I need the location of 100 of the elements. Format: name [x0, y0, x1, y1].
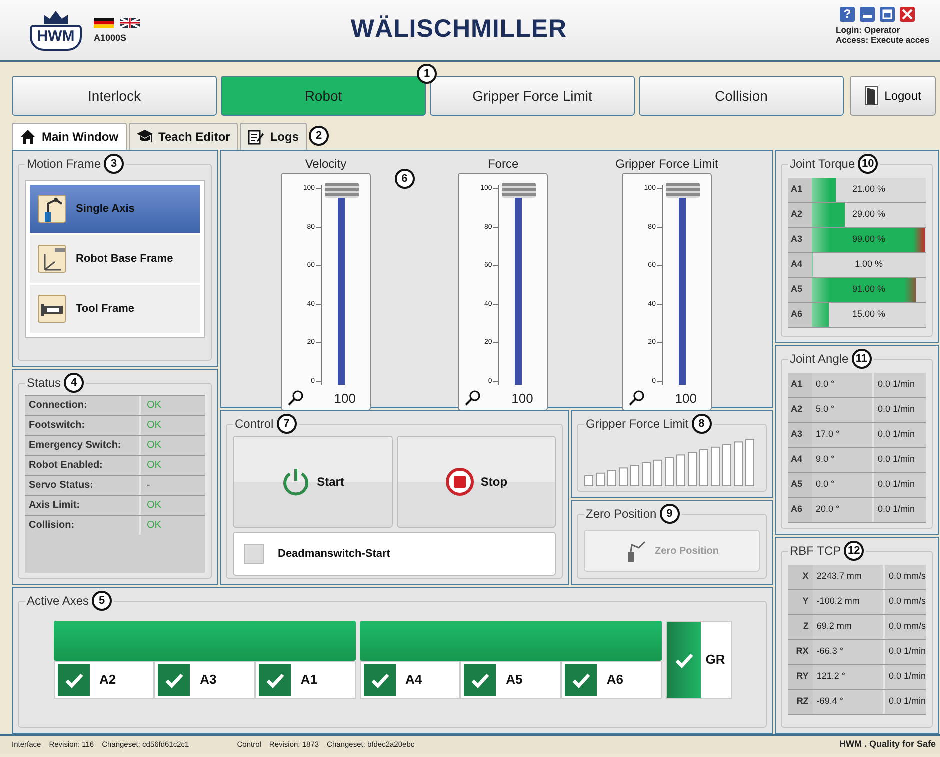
deadman-switch-button[interactable]: Deadmanswitch-Start — [233, 532, 556, 576]
slider-label: Force — [488, 156, 519, 173]
axis-toggle[interactable]: A4 — [360, 661, 460, 699]
checkbox[interactable] — [464, 664, 496, 696]
checkbox[interactable] — [58, 664, 90, 696]
tab[interactable]: Teach Editor — [128, 122, 238, 150]
speed-value: 0.0 1/min — [877, 378, 916, 392]
help-button[interactable]: ? — [840, 7, 855, 22]
angle-value: 0.0 ° — [812, 373, 874, 397]
group-title: Joint Angle — [790, 353, 849, 365]
search-icon[interactable] — [465, 390, 482, 406]
group-title: Gripper Force Limit — [586, 418, 689, 430]
axis-toggle[interactable]: A2 — [54, 661, 154, 699]
slider-thumb[interactable] — [666, 183, 700, 198]
torque-value: 1.00 % — [854, 258, 884, 272]
group-title: RBF TCP — [790, 545, 842, 557]
module-button[interactable]: Robot — [221, 76, 426, 116]
speed-value: 0.0 1/min — [888, 695, 926, 708]
status-label: Connection: — [25, 396, 141, 415]
slider-value: 100 — [512, 390, 534, 408]
frame-option[interactable]: Single Axis — [30, 185, 200, 233]
axis-label: A2 — [788, 203, 812, 227]
graduation-cap-icon — [136, 128, 153, 144]
slider-value: 100 — [334, 390, 356, 408]
axis-label: A3 — [788, 228, 812, 252]
group-title: Control — [235, 418, 274, 430]
status-label: Servo Status: — [25, 476, 141, 495]
speed-value: 0.0 1/min — [877, 453, 916, 466]
callout-number: 5 — [92, 591, 112, 611]
logout-button[interactable]: Logout — [850, 76, 936, 116]
axis-toggle[interactable]: A5 — [460, 661, 561, 699]
position-value: -66.3 ° — [812, 640, 885, 664]
axis-label: A4 — [788, 448, 812, 472]
search-icon[interactable] — [288, 390, 304, 406]
logo-text: HWM — [30, 25, 82, 51]
module-button[interactable]: Gripper Force Limit — [430, 76, 635, 116]
axis-label: A4 — [788, 253, 812, 277]
robot-arm-icon — [38, 195, 66, 223]
frame-option[interactable]: Robot Base Frame — [30, 235, 200, 283]
module-button[interactable]: Interlock — [12, 76, 217, 116]
status-value: OK — [146, 439, 162, 453]
speed-value: 0.0 1/min — [877, 503, 916, 516]
slider-thumb[interactable] — [502, 183, 536, 198]
callout-number: 6 — [394, 169, 415, 189]
axis-label: A6 — [788, 498, 812, 522]
checkbox[interactable] — [158, 664, 190, 696]
callout-number: 9 — [660, 504, 680, 524]
torque-value: 91.00 % — [852, 283, 886, 296]
callout-number: 12 — [844, 541, 864, 561]
gripper-toggle[interactable]: GR — [666, 621, 732, 699]
status-label: Robot Enabled: — [25, 456, 141, 475]
module-button[interactable]: Collision — [639, 76, 844, 116]
callout-number: 2 — [309, 126, 330, 146]
tool-icon — [38, 295, 66, 323]
axis-toggle[interactable]: A6 — [560, 661, 662, 699]
status-value: OK — [146, 459, 162, 473]
slogan-text: HWM . Quality for Safe — [839, 738, 936, 752]
status-value: OK — [146, 399, 162, 413]
group-title: Status — [27, 377, 62, 389]
angle-value: 20.0 ° — [812, 498, 874, 522]
axis-label: A1 — [788, 178, 812, 202]
status-label: Footswitch: — [25, 416, 141, 435]
checkbox[interactable] — [364, 664, 396, 696]
search-icon[interactable] — [628, 390, 645, 406]
slider-value: 100 — [675, 390, 697, 408]
tab[interactable]: Logs — [240, 122, 308, 150]
speed-value: 0.0 mm/s — [888, 620, 926, 634]
speed-value: 0.0 1/min — [877, 428, 916, 442]
checkbox[interactable] — [258, 664, 291, 696]
axis-label: A1 — [788, 373, 812, 397]
access-text: Access: Execute acces — [836, 35, 931, 45]
frame-option[interactable]: Tool Frame — [30, 285, 200, 333]
status-label: Collision: — [25, 516, 141, 535]
callout-number: 11 — [852, 349, 872, 369]
status-label: Axis Limit: — [25, 496, 141, 515]
login-text: Login: Operator — [836, 25, 902, 35]
status-value: OK — [146, 499, 162, 513]
axis-label: RZ — [788, 690, 813, 714]
angle-value: 0.0 ° — [812, 473, 874, 497]
axis-label: RY — [788, 665, 813, 689]
torque-value: 99.00 % — [852, 233, 886, 246]
start-button[interactable]: Start — [233, 436, 392, 528]
power-icon — [281, 467, 312, 497]
status-value: OK — [146, 519, 162, 533]
callout-number: 1 — [417, 64, 437, 84]
axis-toggle[interactable]: A1 — [254, 661, 356, 699]
axes-icon — [38, 245, 66, 273]
crown-icon — [41, 9, 71, 25]
tab[interactable]: Main Window — [12, 122, 127, 150]
model-label: A1000S — [94, 32, 128, 45]
slider-thumb[interactable] — [325, 183, 359, 198]
checkbox[interactable] — [666, 622, 700, 698]
angle-value: 17.0 ° — [812, 423, 874, 447]
torque-value: 15.00 % — [852, 308, 886, 322]
stop-button[interactable]: Stop — [396, 436, 556, 528]
axis-toggle[interactable]: A3 — [154, 661, 255, 699]
checkbox[interactable] — [244, 544, 264, 564]
position-value: 121.2 ° — [812, 665, 885, 689]
checkbox[interactable] — [564, 664, 597, 696]
robot-arm-icon — [625, 539, 648, 563]
